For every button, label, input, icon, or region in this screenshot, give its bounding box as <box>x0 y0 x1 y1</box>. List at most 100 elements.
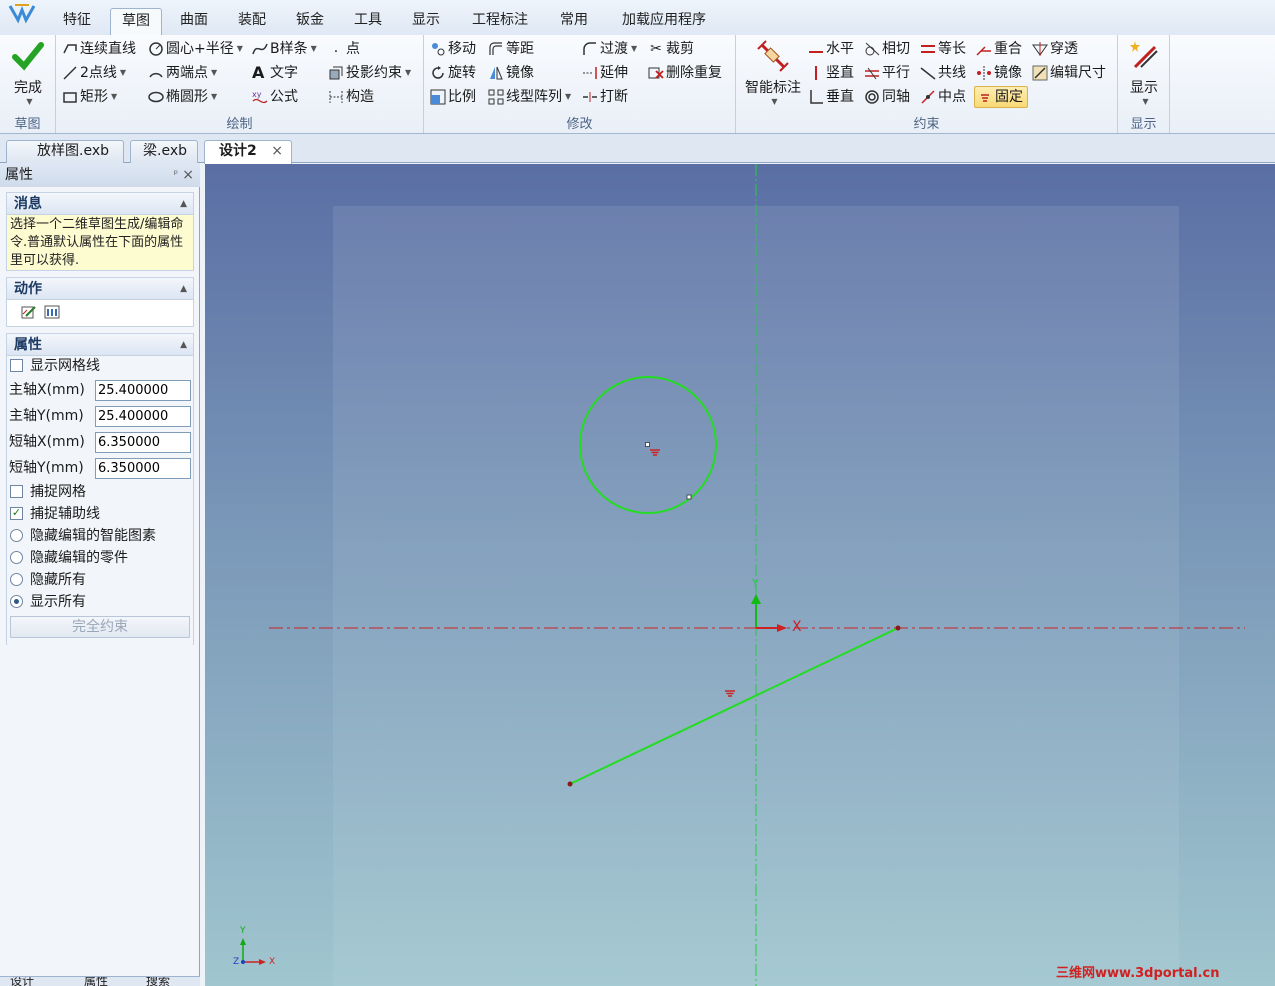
hide-smart-row[interactable]: 隐藏编辑的智能图素 <box>0 524 200 548</box>
tab-common[interactable]: 常用 <box>552 8 596 36</box>
vertical-button[interactable]: 竖直 <box>808 62 854 84</box>
hide-parts-row[interactable]: 隐藏编辑的零件 <box>0 546 200 570</box>
rectangle-button[interactable]: 矩形 ▼ <box>62 86 117 108</box>
show-grid-row[interactable]: 显示网格线 <box>0 354 200 378</box>
minor-x-label: 短轴X(mm) <box>9 434 85 450</box>
pierce-button[interactable]: 穿透 <box>1032 38 1078 60</box>
break-button[interactable]: 打断 <box>582 86 628 108</box>
perpendicular-button[interactable]: 垂直 <box>808 86 854 108</box>
properties-section-header[interactable]: 属性 ▲ <box>7 334 193 356</box>
constraint-mirror-button[interactable]: 镜像 <box>976 62 1022 84</box>
major-x-input[interactable] <box>95 380 191 401</box>
hide-all-label: 隐藏所有 <box>30 572 86 588</box>
message-section-header[interactable]: 消息 ▲ <box>7 193 193 215</box>
bspline-button[interactable]: B样条 ▼ <box>252 38 317 60</box>
line-endpoint[interactable] <box>895 625 901 631</box>
concentric-button[interactable]: 同轴 <box>864 86 910 108</box>
edit-sketch-icon[interactable] <box>21 304 37 320</box>
show-all-row[interactable]: 显示所有 <box>0 590 200 614</box>
sketch-canvas[interactable]: X Y Y Z X <box>205 164 1275 986</box>
chevron-down-icon: ▼ <box>1142 97 1149 106</box>
circle-button[interactable]: 圆心+半径 ▼ <box>148 38 243 60</box>
ellipse-button[interactable]: 椭圆形 ▼ <box>148 86 217 108</box>
tab-addins[interactable]: 加载应用程序 <box>612 8 716 36</box>
minor-y-input[interactable] <box>95 458 191 479</box>
arc-button[interactable]: 两端点 ▼ <box>148 62 217 84</box>
pattern-button[interactable]: 线型阵列 ▼ <box>488 86 571 108</box>
snap-aux-checkbox-checked[interactable]: ✓ <box>10 507 23 520</box>
point-button[interactable]: · 点 <box>328 38 360 60</box>
full-constrain-button[interactable]: 完全约束 <box>10 616 190 638</box>
collinear-button[interactable]: 共线 <box>920 62 966 84</box>
circle-center-point[interactable] <box>645 442 650 447</box>
pin-icon[interactable]: ᵖ <box>174 163 178 187</box>
extend-button[interactable]: 延伸 <box>582 62 628 84</box>
horizontal-button[interactable]: 水平 <box>808 38 854 60</box>
hide-all-row[interactable]: 隐藏所有 <box>0 568 200 592</box>
equal-button[interactable]: 等长 <box>920 38 966 60</box>
smart-dimension-label: 智能标注 <box>745 80 801 96</box>
collapse-icon[interactable]: ▲ <box>180 334 187 356</box>
tab-sheetmetal[interactable]: 钣金 <box>286 8 334 36</box>
fixed-constraint-icon[interactable] <box>650 449 660 456</box>
tab-display[interactable]: 显示 <box>402 8 450 36</box>
rotate-button[interactable]: 旋转 <box>430 62 476 84</box>
show-all-radio-selected[interactable] <box>10 595 23 608</box>
scale-button[interactable]: 比例 <box>430 86 476 108</box>
snap-grid-checkbox[interactable] <box>10 485 23 498</box>
major-y-input[interactable] <box>95 406 191 427</box>
parallel-button[interactable]: 平行 <box>864 62 910 84</box>
tab-surface[interactable]: 曲面 <box>170 8 218 36</box>
polyline-button[interactable]: 连续直线 <box>62 38 136 60</box>
hide-all-radio[interactable] <box>10 573 23 586</box>
fillet-button[interactable]: 过渡 ▼ <box>582 38 637 60</box>
snap-grid-row[interactable]: 捕捉网格 <box>0 480 200 504</box>
app-logo-icon[interactable] <box>6 2 38 24</box>
trim-button[interactable]: ✂ 裁剪 <box>648 38 694 60</box>
smart-dimension-button[interactable]: 智能标注 ▼ <box>740 39 806 106</box>
projection-button[interactable]: 投影约束 ▼ <box>328 62 411 84</box>
doc-tab-1[interactable]: 放样图.exb <box>6 140 124 163</box>
tab-tools[interactable]: 工具 <box>344 8 392 36</box>
collapse-icon[interactable]: ▲ <box>180 278 187 300</box>
finish-button[interactable]: 完成 ▼ <box>6 39 50 106</box>
close-tab-icon[interactable]: × <box>271 141 283 162</box>
construct-button[interactable]: 构造 <box>328 86 374 108</box>
close-icon[interactable]: × <box>182 163 194 187</box>
collapse-icon[interactable]: ▲ <box>180 193 187 215</box>
chevron-down-icon: ▼ <box>405 68 412 77</box>
tab-drafting[interactable]: 工程标注 <box>464 8 536 36</box>
edit-dimension-button[interactable]: 编辑尺寸 <box>1032 62 1106 84</box>
bottom-tab-properties[interactable]: 属性 <box>84 977 108 986</box>
bottom-tab-design[interactable]: 设计 <box>10 977 34 986</box>
sketch-line[interactable] <box>569 627 899 785</box>
delete-duplicate-button[interactable]: 删除重复 <box>648 62 722 84</box>
sketch-properties-icon[interactable] <box>44 304 60 320</box>
mirror-button[interactable]: 镜像 <box>488 62 534 84</box>
tab-assembly[interactable]: 装配 <box>228 8 276 36</box>
line-2pt-button[interactable]: 2点线 ▼ <box>62 62 126 84</box>
tab-sketch[interactable]: 草图 <box>110 8 162 36</box>
bottom-tab-search[interactable]: 搜索 <box>146 977 170 986</box>
fixed-constraint-icon[interactable] <box>725 690 735 697</box>
display-button[interactable]: 显示 ▼ <box>1122 39 1166 106</box>
tangent-button[interactable]: 相切 <box>864 38 910 60</box>
doc-tab-3[interactable]: 设计2 × <box>204 140 292 164</box>
move-button[interactable]: 移动 <box>430 38 476 60</box>
circle-edge-point[interactable] <box>686 494 692 500</box>
doc-tab-2[interactable]: 梁.exb <box>130 140 198 163</box>
text-button[interactable]: A 文字 <box>252 62 298 84</box>
offset-button[interactable]: 等距 <box>488 38 534 60</box>
formula-button[interactable]: xy 公式 <box>252 86 298 108</box>
action-section-header[interactable]: 动作 ▲ <box>7 278 193 300</box>
snap-aux-row[interactable]: ✓ 捕捉辅助线 <box>0 502 200 526</box>
hide-parts-radio[interactable] <box>10 551 23 564</box>
minor-x-input[interactable] <box>95 432 191 453</box>
midpoint-button[interactable]: 中点 <box>920 86 966 108</box>
fixed-button[interactable]: 固定 <box>974 86 1028 108</box>
hide-smart-radio[interactable] <box>10 529 23 542</box>
show-grid-checkbox[interactable] <box>10 359 23 372</box>
line-endpoint[interactable] <box>567 781 573 787</box>
coincident-button[interactable]: 重合 <box>976 38 1022 60</box>
tab-features[interactable]: 特征 <box>54 8 100 36</box>
